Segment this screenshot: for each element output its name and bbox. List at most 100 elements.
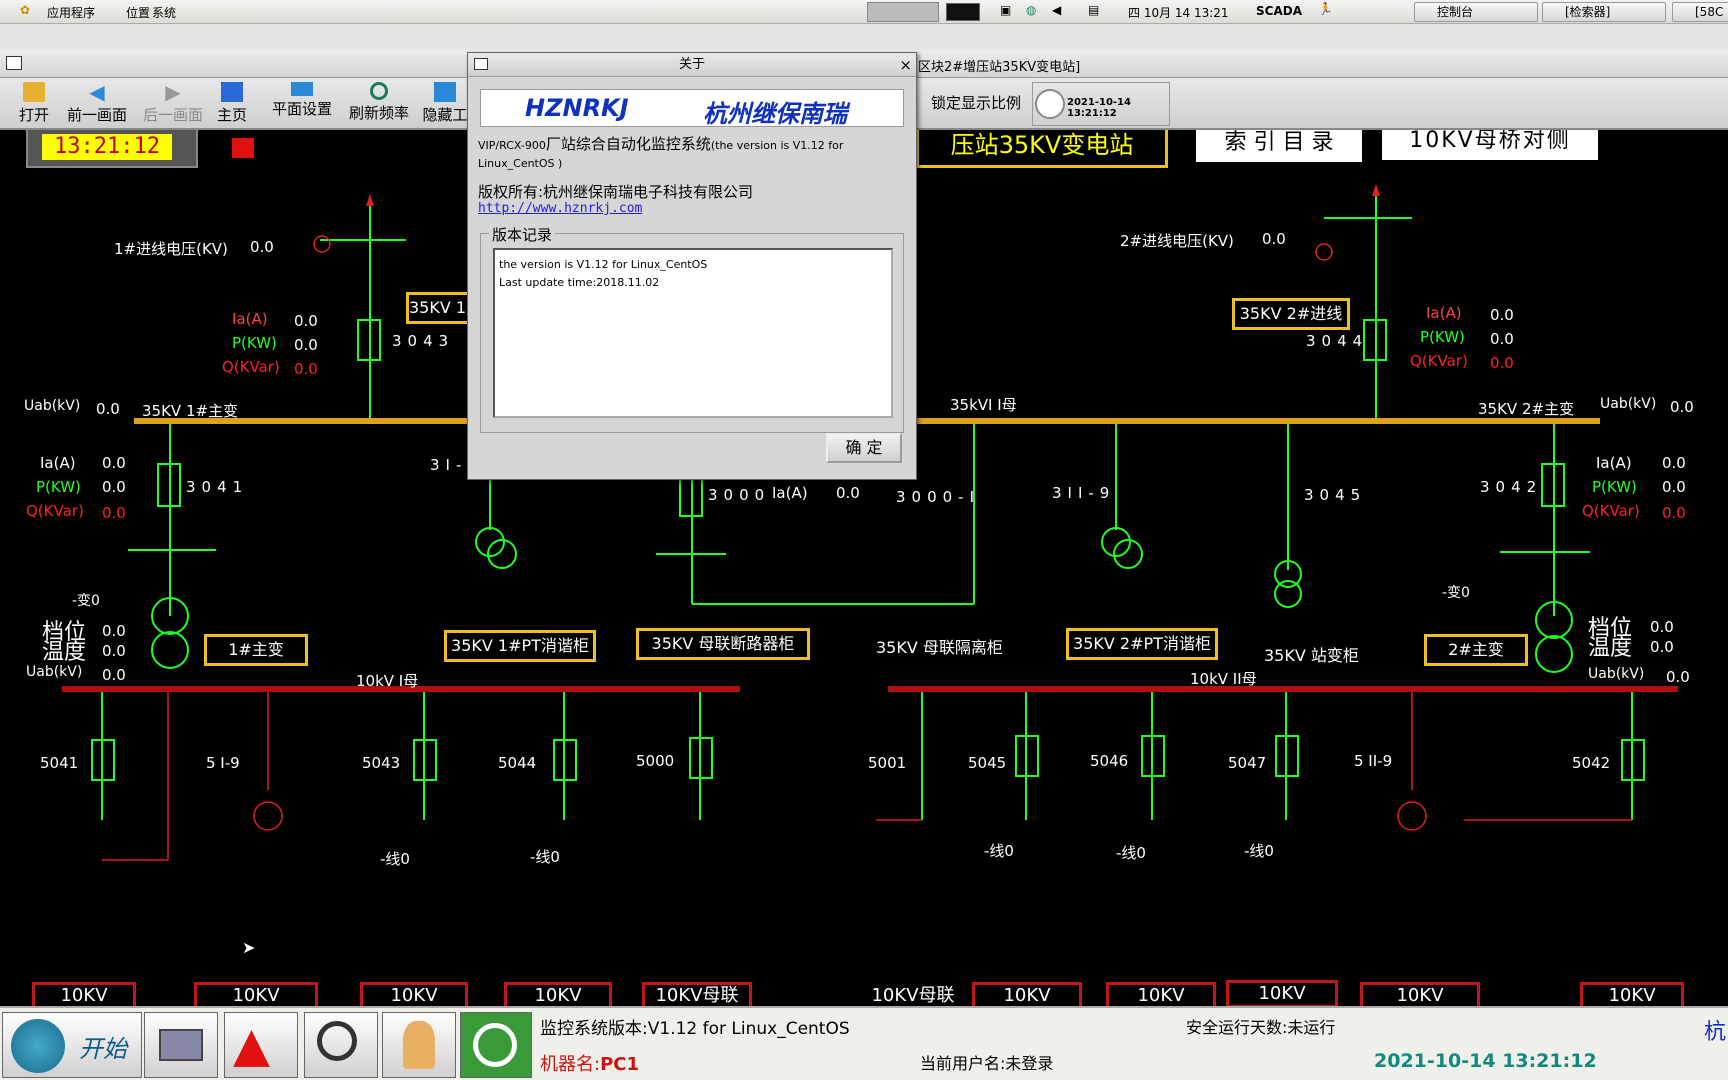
dialog-titlebar[interactable]: 关于 × xyxy=(468,53,916,77)
task-console[interactable]: 控制台 xyxy=(1414,2,1538,22)
next-screen-button[interactable]: ▶ 后一画面 xyxy=(138,80,208,128)
feeder-cabinet-2[interactable]: 10KV xyxy=(194,982,318,1006)
pt2-box[interactable]: 35KV 2#PT消谐柜 xyxy=(1066,628,1218,660)
dialog-title: 关于 xyxy=(678,57,705,72)
feeder-5041[interactable]: 5041 xyxy=(40,754,78,772)
plane-settings-button[interactable]: 平面设置 xyxy=(268,80,336,128)
website-link[interactable]: http://www.hznrkj.com xyxy=(478,201,642,216)
close-icon[interactable]: × xyxy=(899,53,912,77)
start-button[interactable]: 开始 xyxy=(2,1012,142,1078)
dialog-menu-icon[interactable] xyxy=(474,58,488,70)
exit-icon xyxy=(473,1023,517,1067)
feeder-cabinet-7[interactable]: 10KV xyxy=(1226,980,1338,1006)
volume-icon[interactable]: ◀ xyxy=(1052,3,1061,17)
unlock-icon[interactable] xyxy=(232,138,254,158)
transformer1-box[interactable]: 1#主变 xyxy=(204,634,308,666)
computer-button[interactable] xyxy=(144,1012,218,1078)
version-log[interactable]: the version is V1.12 for Linux_CentOS La… xyxy=(493,248,893,418)
running-man-icon[interactable]: 🏃 xyxy=(1318,2,1333,16)
feeder-5046[interactable]: 5046 xyxy=(1090,752,1128,770)
sw-3042[interactable]: 3042 xyxy=(1480,478,1542,496)
feeder-5045[interactable]: 5045 xyxy=(968,754,1006,772)
q-label-3041: Q(KVar) xyxy=(26,502,84,520)
feeder-cabinet-4[interactable]: 10KV xyxy=(504,982,612,1006)
sw-3045[interactable]: 3045 xyxy=(1304,486,1366,504)
transformer2-box[interactable]: 2#主变 xyxy=(1424,634,1528,666)
system-version: 监控系统版本:V1.12 for Linux_CentOS xyxy=(540,1019,850,1039)
feeder-5001[interactable]: 5001 xyxy=(868,754,906,772)
clock-icon xyxy=(1035,89,1065,119)
sw-3000[interactable]: 3000 xyxy=(708,486,770,504)
sw-3000-I[interactable]: 3000-I xyxy=(896,488,980,506)
prev-screen-button[interactable]: ◀ 前一画面 xyxy=(62,80,132,128)
ia-label-3042: Ia(A) xyxy=(1596,454,1632,472)
feeder-cabinet-6[interactable]: 10KV xyxy=(1106,982,1216,1006)
feeder-cabinet-1[interactable]: 10KV xyxy=(32,982,136,1006)
panel-clock[interactable]: 四 10月 14 13:21 xyxy=(1128,4,1229,21)
exit-button[interactable] xyxy=(460,1012,532,1078)
wendu-label-2: 温度 xyxy=(1588,636,1633,661)
tie-cabinet-2[interactable]: 10KV母联 xyxy=(864,982,962,1006)
task-other[interactable]: [58C xyxy=(1672,2,1728,22)
feeder-cabinet-3[interactable]: 10KV xyxy=(360,982,468,1006)
sw-3041[interactable]: 3041 xyxy=(186,478,248,496)
warning-icon: ▲ xyxy=(233,1017,270,1073)
dangwei-value-2: 0.0 xyxy=(1650,618,1674,636)
alarm-button[interactable]: ▲ xyxy=(224,1012,298,1078)
task-search[interactable]: [检索器] xyxy=(1542,2,1666,22)
feeder-5044[interactable]: 5044 xyxy=(498,754,536,772)
pt1-box[interactable]: 35KV 1#PT消谐柜 xyxy=(444,630,596,662)
p-label-3044: P(KW) xyxy=(1420,328,1465,346)
network-icon[interactable]: ▣ xyxy=(1000,3,1011,17)
search-button[interactable] xyxy=(304,1012,378,1078)
ia-value-3043: 0.0 xyxy=(294,312,318,330)
refresh-rate-button[interactable]: 刷新频率 xyxy=(346,80,412,128)
feeder-cabinet-9[interactable]: 10KV xyxy=(1580,982,1684,1006)
opposite-button[interactable]: 10KV母桥对侧 xyxy=(1382,130,1598,160)
screenshot-icon[interactable]: ▤ xyxy=(1088,3,1099,17)
feeder-5042[interactable]: 5042 xyxy=(1572,754,1610,772)
tie-cabinet-1[interactable]: 10KV母联 xyxy=(642,982,752,1006)
feeder-5II-9[interactable]: 5 II-9 xyxy=(1354,752,1392,770)
edge-label: 杭 xyxy=(1704,1020,1727,1045)
q-value-3043: 0.0 xyxy=(294,360,318,378)
line1-box[interactable]: 35KV 1# xyxy=(406,292,474,324)
feeder-5047[interactable]: 5047 xyxy=(1228,754,1266,772)
layers-icon xyxy=(291,82,313,96)
user-login-button[interactable] xyxy=(382,1012,456,1078)
v1-label: 1#进线电压(KV) xyxy=(114,240,228,258)
bus35-mid-label: 35kVI I母 xyxy=(950,396,1017,414)
feeder-5043[interactable]: 5043 xyxy=(362,754,400,772)
menu-places[interactable]: 位置 xyxy=(126,4,150,21)
sw-3II-9[interactable]: 3II-9 xyxy=(1052,484,1115,502)
uab-value-1: 0.0 xyxy=(96,400,120,418)
feeder-cabinet-5[interactable]: 10KV xyxy=(972,982,1082,1006)
window-menu-icon[interactable] xyxy=(6,56,22,70)
feeder-5I-9[interactable]: 5 I-9 xyxy=(206,754,240,772)
menu-system[interactable]: 系统 xyxy=(152,4,176,21)
menu-applications[interactable]: 应用程序 xyxy=(47,4,95,21)
feeder-5000[interactable]: 5000 xyxy=(636,752,674,770)
q-label-3042: Q(KVar) xyxy=(1582,502,1640,520)
sw-3043[interactable]: 3043 xyxy=(392,332,454,350)
bus-10kv-2 xyxy=(888,686,1678,692)
uab-label-10kv-2: Uab(kV) xyxy=(1588,666,1645,682)
globe-icon[interactable]: ◍ xyxy=(1026,3,1036,17)
station-transformer-label: 35KV 站变柜 xyxy=(1264,646,1359,665)
home-button[interactable]: 主页 xyxy=(214,80,250,128)
index-button[interactable]: 索 引 目 录 xyxy=(1196,130,1362,162)
hide-toolbar-button[interactable]: 隐藏工 xyxy=(422,80,468,128)
arrow-3043 xyxy=(366,194,374,206)
sw-3044[interactable]: 3044 xyxy=(1306,332,1368,350)
gnome-foot-icon[interactable]: ✿ xyxy=(20,3,30,17)
p-value-3043: 0.0 xyxy=(294,336,318,354)
ok-button[interactable]: 确 定 xyxy=(826,433,902,463)
line2-box[interactable]: 35KV 2#进线 xyxy=(1232,298,1350,330)
p-value-3042: 0.0 xyxy=(1662,478,1686,496)
feeder-cabinet-8[interactable]: 10KV xyxy=(1360,982,1480,1006)
tie-breaker-box[interactable]: 35KV 母联断路器柜 xyxy=(636,628,810,660)
open-button[interactable]: 打开 xyxy=(14,80,54,128)
workspace-switcher[interactable] xyxy=(867,2,939,22)
v2-value: 0.0 xyxy=(1262,230,1286,248)
scada-launcher[interactable]: SCADA xyxy=(1256,4,1302,18)
